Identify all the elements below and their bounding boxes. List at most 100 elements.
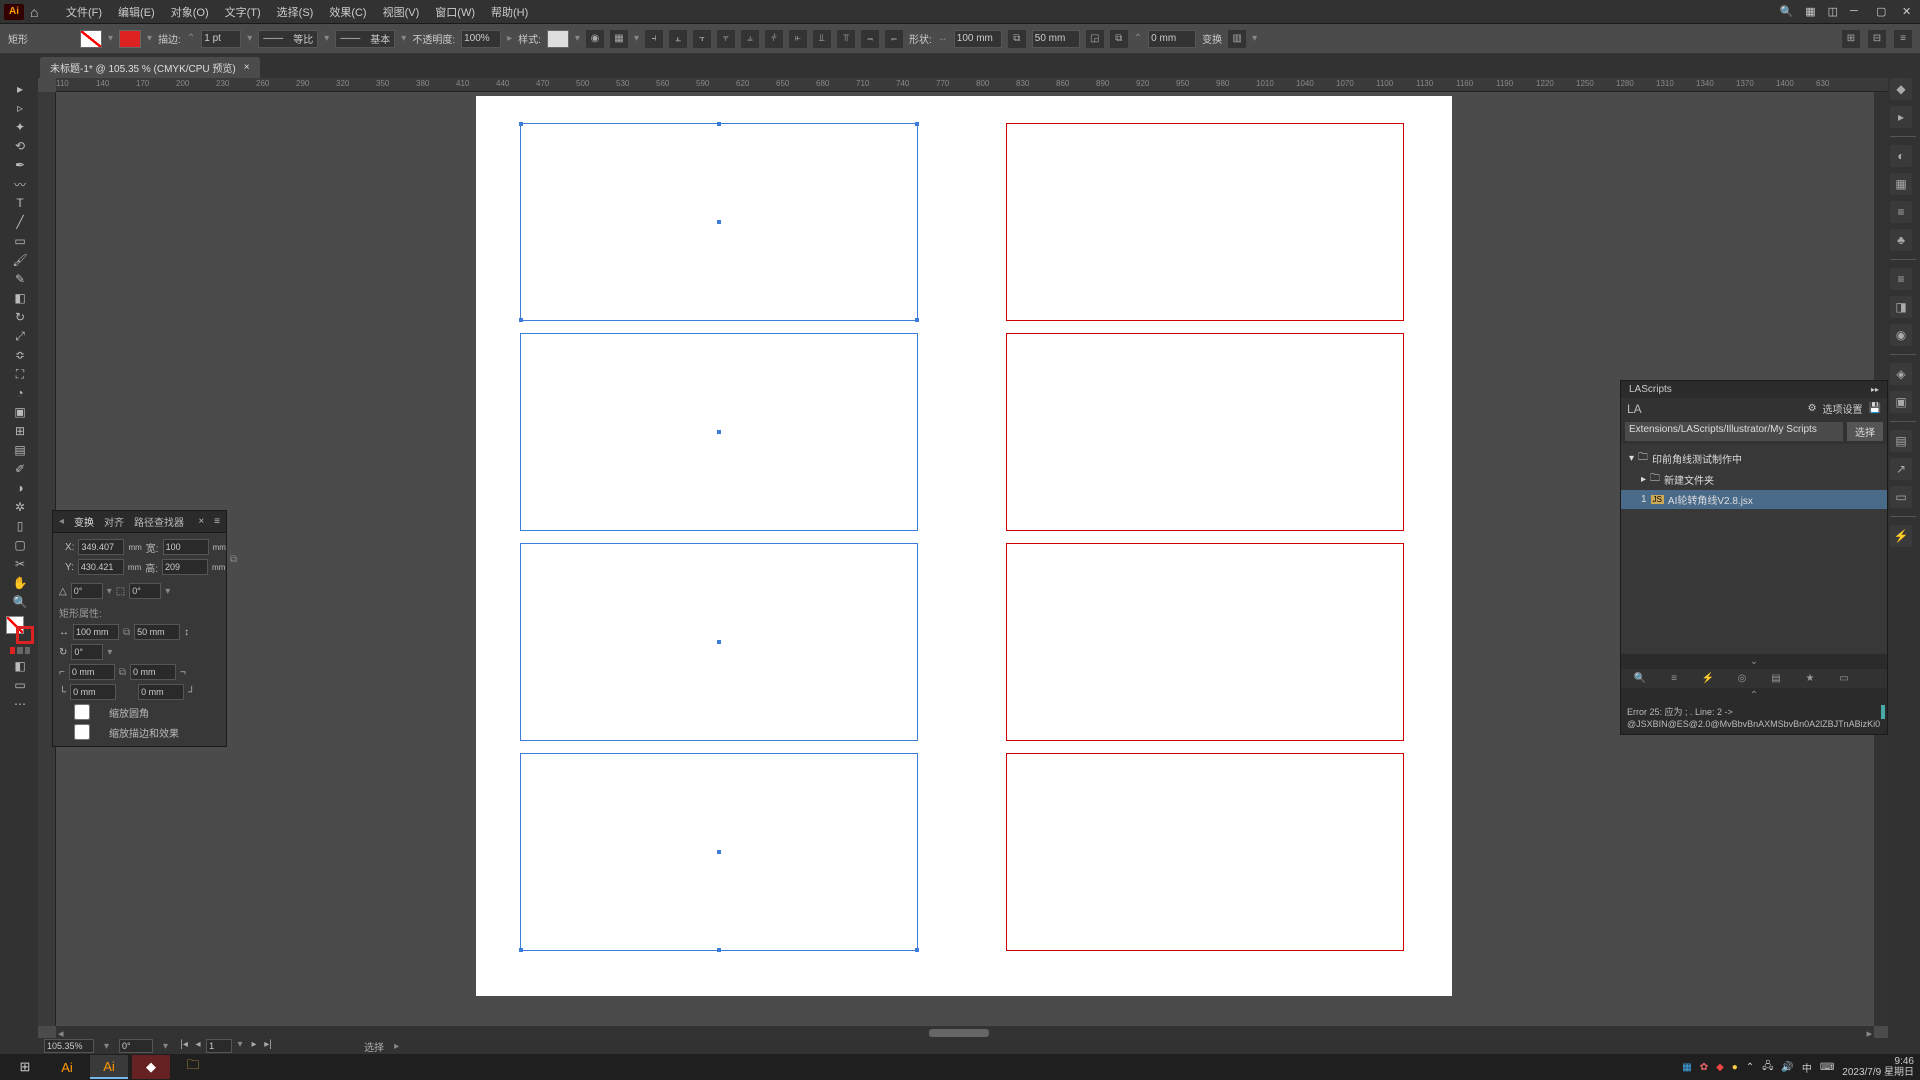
- recolor-icon[interactable]: ◉: [586, 30, 604, 48]
- first-artboard-icon[interactable]: |◂: [178, 1039, 190, 1053]
- rect-h-input[interactable]: [134, 624, 180, 640]
- align-right-icon[interactable]: ⫟: [693, 30, 711, 48]
- asset-export-icon[interactable]: ↗: [1890, 458, 1912, 480]
- rect-red-2[interactable]: [1006, 333, 1404, 531]
- hand-tool[interactable]: ✋: [6, 574, 34, 592]
- symbols-icon[interactable]: ♣: [1890, 229, 1912, 251]
- tab-close-icon[interactable]: ×: [244, 62, 250, 73]
- width-tool[interactable]: ≎: [6, 346, 34, 364]
- h-input[interactable]: [162, 559, 208, 575]
- blend-tool[interactable]: ◑: [6, 479, 34, 497]
- direct-select-tool[interactable]: ▹: [6, 99, 34, 117]
- menu-edit[interactable]: 编辑(E): [110, 4, 163, 20]
- stroke-panel-icon[interactable]: ≡: [1890, 268, 1912, 290]
- tab-transform[interactable]: 变换: [74, 514, 94, 529]
- style-swatch[interactable]: [547, 30, 569, 48]
- arrange-icon[interactable]: ◫: [1828, 5, 1838, 18]
- line-tool[interactable]: ╱: [6, 213, 34, 231]
- select-button[interactable]: 选择: [1847, 422, 1883, 441]
- close-button[interactable]: ✕: [1902, 5, 1916, 19]
- link-wh-icon[interactable]: ⧉: [230, 554, 237, 565]
- rotate-input[interactable]: [119, 1039, 153, 1053]
- symbol-tool[interactable]: ✲: [6, 498, 34, 516]
- magic-wand-tool[interactable]: ✦: [6, 118, 34, 136]
- tray-ime[interactable]: 中: [1802, 1060, 1812, 1075]
- dist-h-icon[interactable]: ⫦: [789, 30, 807, 48]
- panel-collapse-icon[interactable]: ▸▸: [1871, 385, 1879, 394]
- tray-clock[interactable]: 9:462023/7/9 星期日: [1842, 1056, 1914, 1078]
- link-icon[interactable]: ⧉: [123, 627, 130, 638]
- edit-toolbar[interactable]: ⋯: [6, 695, 34, 713]
- brush-def[interactable]: ——基本: [335, 30, 395, 48]
- gradient-tool[interactable]: ▤: [6, 441, 34, 459]
- save-icon[interactable]: 💾: [1869, 403, 1881, 414]
- align-grid-icon[interactable]: ▦: [610, 30, 628, 48]
- task-explorer[interactable]: 🗀: [174, 1055, 212, 1079]
- shear-input[interactable]: [129, 583, 161, 599]
- dist-v2-icon[interactable]: ⫬: [861, 30, 879, 48]
- appearance-icon[interactable]: ◈: [1890, 363, 1912, 385]
- rect-sel-1[interactable]: [520, 123, 918, 321]
- x-input[interactable]: [78, 539, 124, 555]
- selection-tool[interactable]: ▸: [6, 80, 34, 98]
- scripts-tree[interactable]: ▾🗀印前角线测试制作中 ▸🗀新建文件夹 1JSAI轮转角线V2.8.jsx: [1621, 444, 1887, 654]
- tab-align[interactable]: 对齐: [104, 514, 124, 529]
- menu-window[interactable]: 窗口(W): [427, 4, 483, 20]
- history-icon[interactable]: ◎: [1733, 673, 1751, 684]
- tray-icon-3[interactable]: ◆: [1716, 1062, 1724, 1073]
- type-tool[interactable]: T: [6, 194, 34, 212]
- corner-type-icon[interactable]: ◲: [1086, 30, 1104, 48]
- align-bottom-icon[interactable]: ⫩: [765, 30, 783, 48]
- search-icon[interactable]: 🔍: [1631, 673, 1649, 684]
- free-transform-tool[interactable]: ⛶: [6, 365, 34, 383]
- next-artboard-icon[interactable]: ▸: [248, 1039, 260, 1053]
- shape-h-input[interactable]: [1032, 30, 1080, 48]
- eyedropper-tool[interactable]: ✐: [6, 460, 34, 478]
- panel-menu-icon[interactable]: ≡: [214, 516, 220, 527]
- dist-spacing-icon[interactable]: ⫪: [837, 30, 855, 48]
- maximize-button[interactable]: ▢: [1876, 5, 1890, 19]
- fill-swatch[interactable]: [80, 30, 102, 48]
- angle-input[interactable]: [71, 583, 103, 599]
- start-button[interactable]: ⊞: [6, 1055, 44, 1079]
- run-icon[interactable]: ⚡: [1699, 673, 1717, 684]
- collapse-icon[interactable]: ⌄: [1750, 656, 1758, 667]
- corner-tr-icon[interactable]: ¬: [180, 667, 186, 678]
- tray-icon-2[interactable]: ✿: [1700, 1062, 1708, 1073]
- corner-bl-input[interactable]: [70, 684, 116, 700]
- lascript-dock-icon[interactable]: ⚡: [1890, 525, 1912, 547]
- shape-builder-tool[interactable]: ◔: [6, 384, 34, 402]
- menu-type[interactable]: 文字(T): [217, 4, 269, 20]
- tray-icon-4[interactable]: ●: [1732, 1062, 1738, 1073]
- options-label[interactable]: 选项设置: [1823, 401, 1863, 416]
- graph-tool[interactable]: ▯: [6, 517, 34, 535]
- edit-icon[interactable]: ⊟: [1868, 30, 1886, 48]
- corner-br-input[interactable]: [138, 684, 184, 700]
- tray-keyboard-icon[interactable]: ⌨: [1820, 1062, 1834, 1073]
- expand-icon[interactable]: ⌃: [1750, 690, 1758, 701]
- menu-select[interactable]: 选择(S): [269, 4, 322, 20]
- tree-folder-2[interactable]: ▸🗀新建文件夹: [1621, 469, 1887, 490]
- task-app3[interactable]: ◆: [132, 1055, 170, 1079]
- search-icon[interactable]: 🔍: [1779, 5, 1793, 18]
- tab-pathfinder[interactable]: 路径查找器: [134, 514, 184, 529]
- rectangle-tool[interactable]: ▭: [6, 232, 34, 250]
- color-icon[interactable]: ◐: [1890, 145, 1912, 167]
- task-illustrator2[interactable]: Ai: [90, 1055, 128, 1079]
- rect-sel-4[interactable]: [520, 753, 918, 951]
- menu-object[interactable]: 对象(O): [163, 4, 217, 20]
- canvas[interactable]: [56, 92, 1874, 1026]
- tray-vol-icon[interactable]: 🔊: [1781, 1062, 1793, 1073]
- align-hcenter-icon[interactable]: ⫠: [669, 30, 687, 48]
- corner-bl-icon[interactable]: └: [59, 687, 66, 698]
- menu-effect[interactable]: 效果(C): [321, 4, 374, 20]
- link-wh-icon[interactable]: ⧉: [1008, 30, 1026, 48]
- properties-icon[interactable]: ◆: [1890, 78, 1912, 100]
- align-vcenter-icon[interactable]: ⫨: [741, 30, 759, 48]
- draw-mode[interactable]: ◧: [6, 657, 34, 675]
- shape-w-input[interactable]: [954, 30, 1002, 48]
- brushes-icon[interactable]: ≡: [1890, 201, 1912, 223]
- minimize-button[interactable]: ─: [1850, 5, 1864, 19]
- zoom-input[interactable]: [44, 1039, 94, 1053]
- brush-tool[interactable]: 🖌: [6, 251, 34, 269]
